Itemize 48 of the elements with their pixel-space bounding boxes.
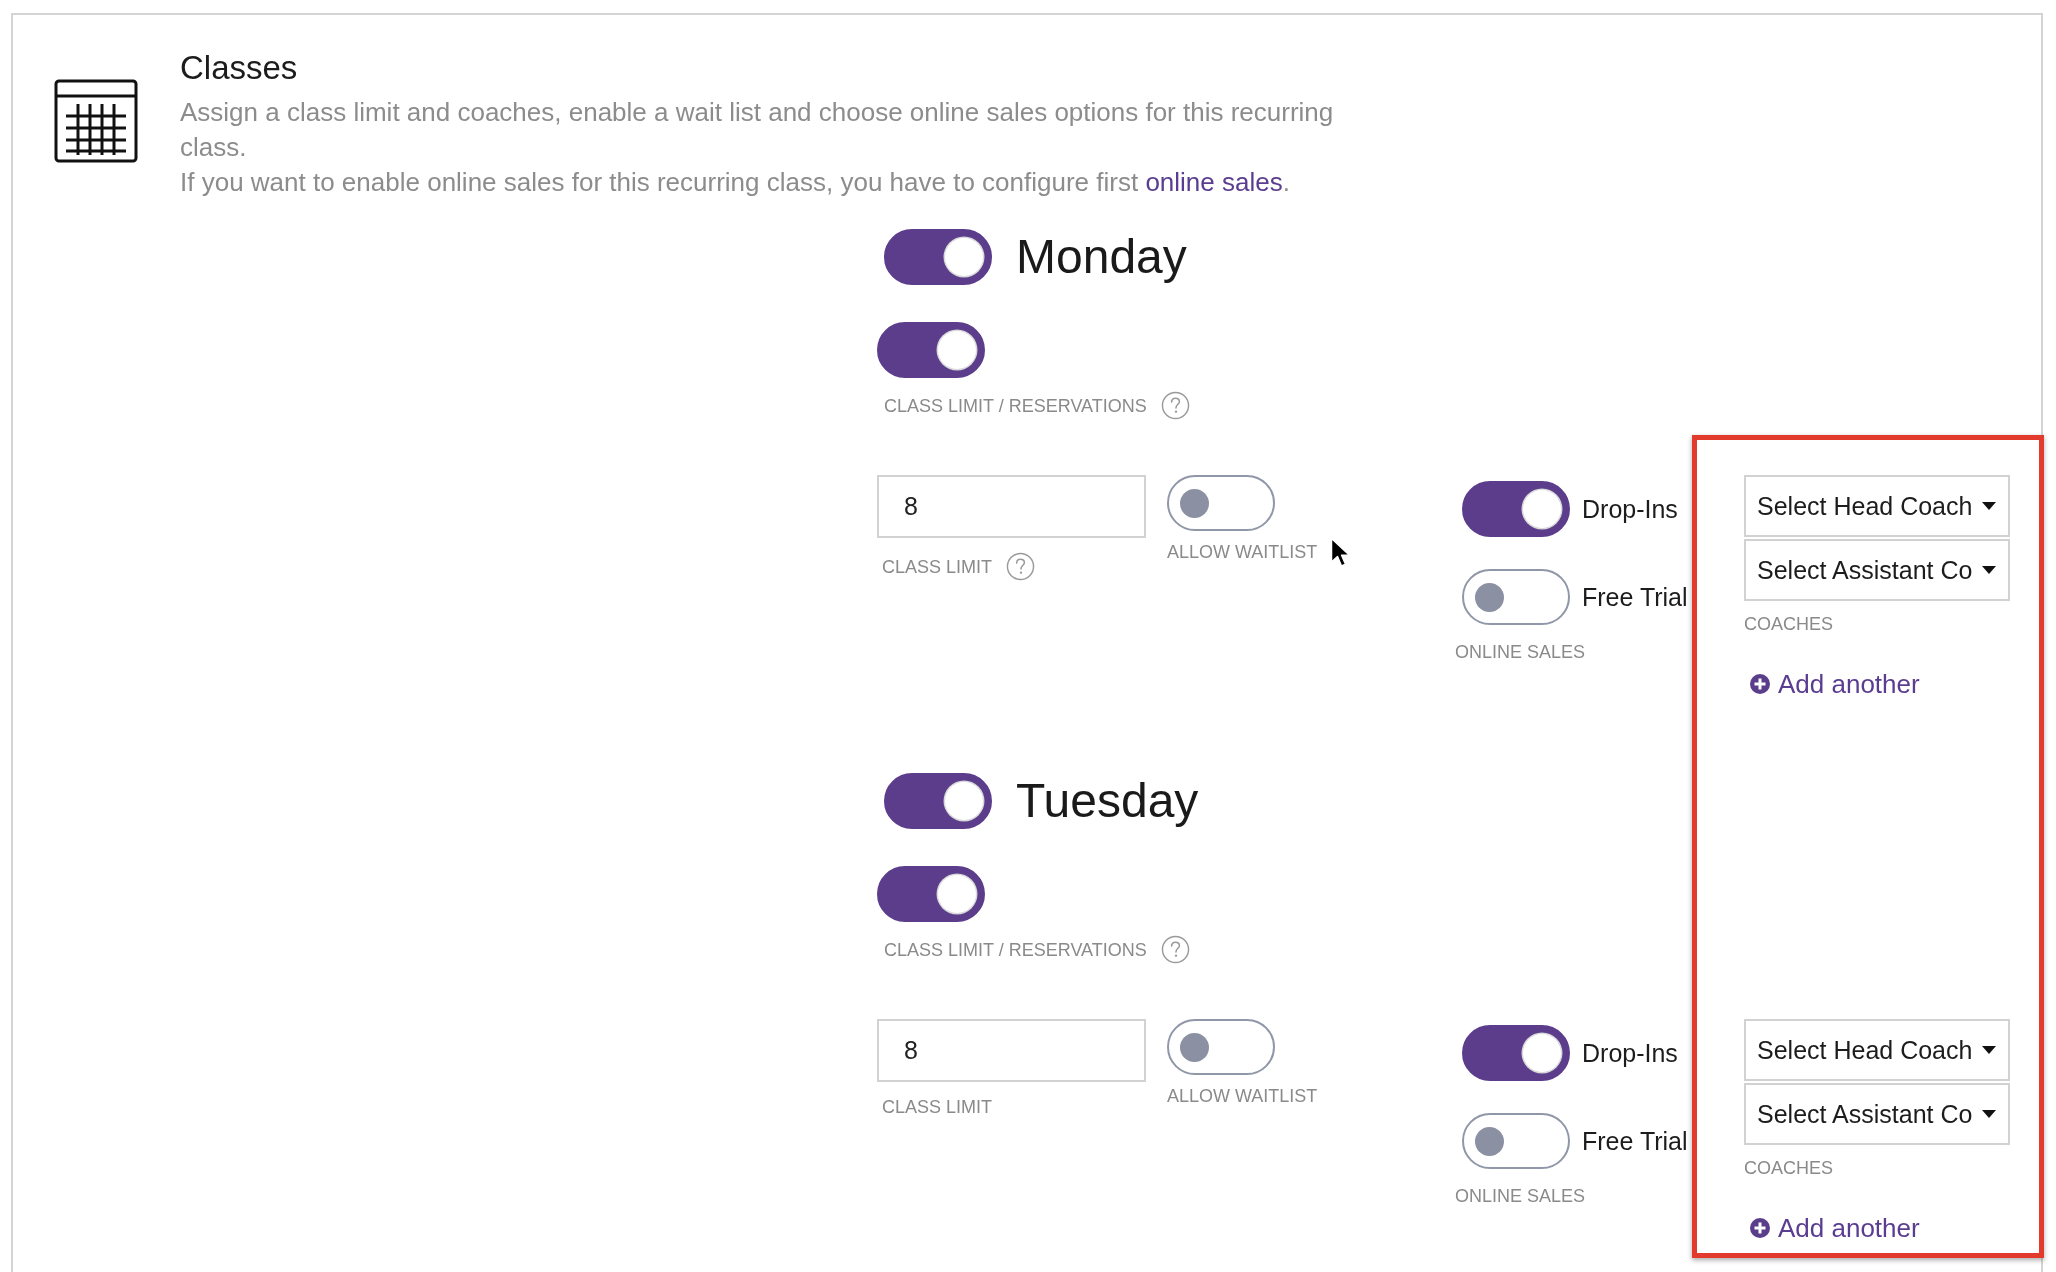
coach-select[interactable]: Select Assistant Co: [1744, 1083, 2010, 1145]
toggle-switch[interactable]: [1167, 475, 1275, 531]
toggle-switch[interactable]: [877, 866, 985, 922]
online-sales-link[interactable]: online sales: [1145, 167, 1283, 197]
toggle-switch[interactable]: [1462, 1113, 1570, 1169]
option-label: Free Trial: [1582, 582, 1688, 612]
class-limit-input[interactable]: 8: [877, 475, 1146, 538]
day-title: Tuesday: [1016, 773, 1199, 829]
toggle-switch[interactable]: [1462, 1025, 1570, 1081]
caret-icon: [1982, 1046, 1996, 1054]
caret-icon: [1982, 1110, 1996, 1118]
section-description: Assign a class limit and coaches, enable a wait list and choose online sales options for this recurring class.: [180, 96, 1335, 164]
toggle-switch[interactable]: [884, 773, 992, 829]
day-title: Monday: [1016, 229, 1187, 285]
help-icon[interactable]: [1160, 935, 1190, 964]
field-label: CLASS LIMIT: [882, 555, 993, 578]
help-icon[interactable]: [1160, 391, 1190, 420]
toggle-switch[interactable]: [884, 229, 992, 285]
toggle-switch[interactable]: [1462, 481, 1570, 537]
field-label: CLASS LIMIT: [882, 1096, 993, 1118]
coach-select[interactable]: Select Head Coach: [1744, 1019, 2010, 1081]
help-icon[interactable]: [1006, 552, 1036, 581]
coach-select[interactable]: Select Head Coach: [1744, 475, 2010, 537]
caret-icon: [1982, 502, 1996, 510]
plus-circle-icon: [1750, 1218, 1770, 1238]
coach-select[interactable]: Select Assistant Co: [1744, 539, 2010, 601]
toggle-switch[interactable]: [1462, 569, 1570, 625]
option-label: Drop-Ins: [1582, 494, 1678, 524]
toggle-switch[interactable]: [877, 322, 985, 378]
field-label: CLASS LIMIT / RESERVATIONS: [884, 938, 1147, 961]
field-label: CLASS LIMIT / RESERVATIONS: [884, 394, 1147, 417]
field-label: COACHES: [1744, 613, 1833, 635]
toggle-switch[interactable]: [1167, 1019, 1275, 1075]
class-limit-input[interactable]: 8: [877, 1019, 1146, 1082]
add-another-link[interactable]: Add another: [1750, 667, 1920, 701]
field-label: ONLINE SALES: [1455, 641, 1586, 663]
option-label: Free Trial: [1582, 1126, 1688, 1156]
plus-circle-icon: [1750, 674, 1770, 694]
section-title: Classes: [180, 48, 299, 88]
option-label: Drop-Ins: [1582, 1038, 1678, 1068]
field-label: ONLINE SALES: [1455, 1185, 1586, 1207]
field-label: ALLOW WAITLIST: [1167, 1085, 1318, 1107]
caret-icon: [1982, 566, 1996, 574]
online-sales-note: If you want to enable online sales for this recurring class, you have to configure first online sales.: [180, 166, 1291, 199]
add-another-link[interactable]: Add another: [1750, 1211, 1920, 1245]
field-label: COACHES: [1744, 1157, 1833, 1179]
calendar-icon: [54, 79, 138, 163]
field-label: ALLOW WAITLIST: [1167, 541, 1318, 563]
